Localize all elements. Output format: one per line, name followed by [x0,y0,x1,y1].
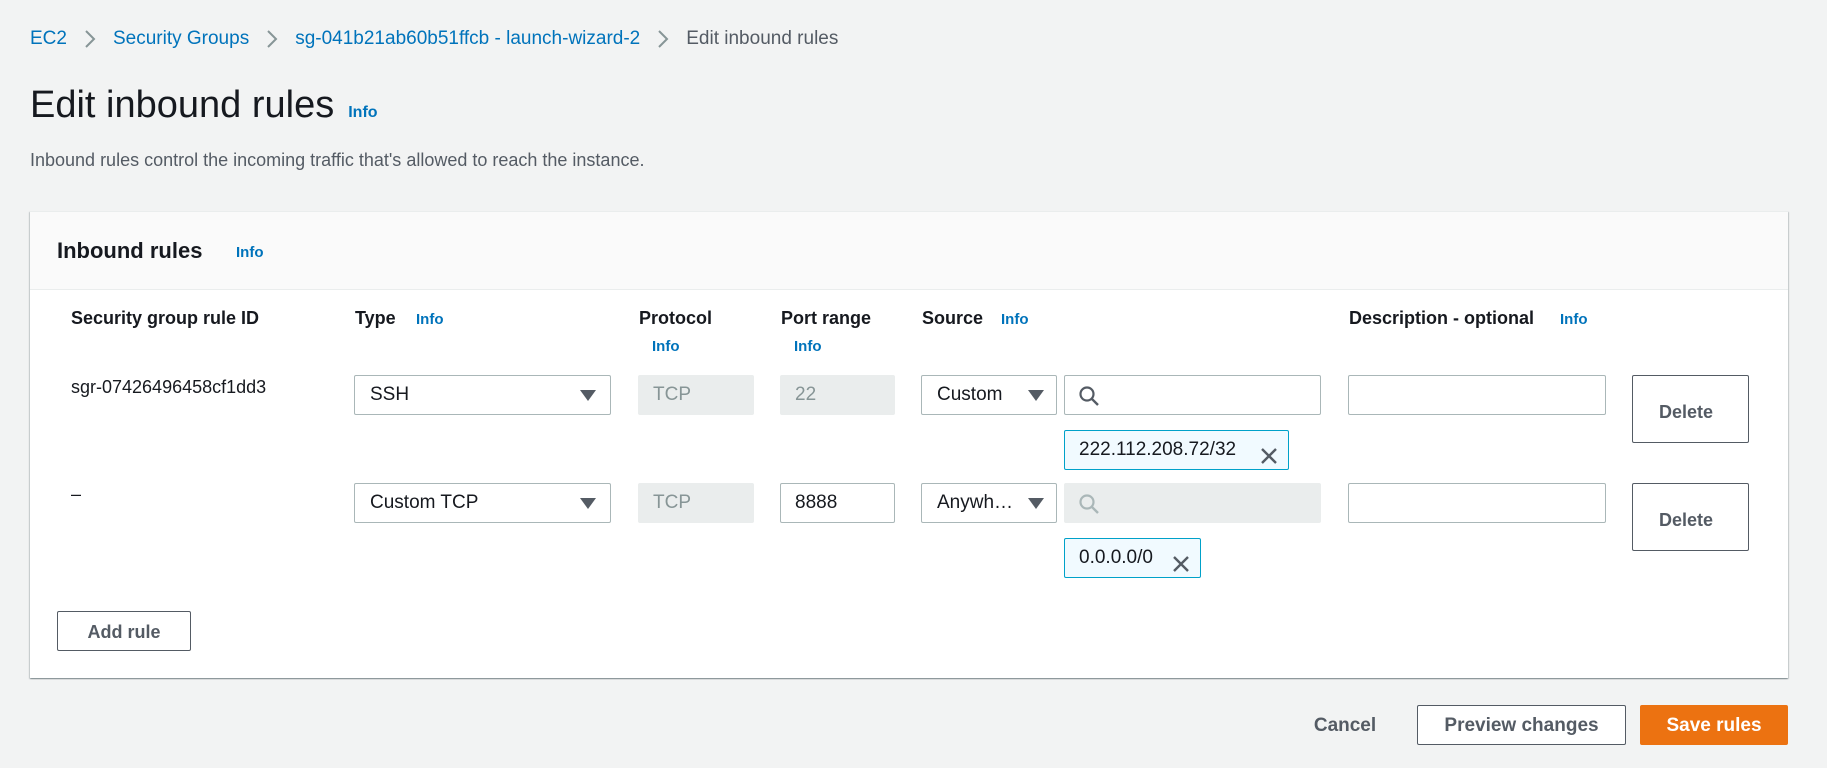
rule-id: – [71,484,82,504]
breadcrumb-ec2[interactable]: EC2 [30,28,67,50]
delete-rule-button[interactable]: Delete [1632,375,1749,443]
type-select-value: SSH [370,384,410,405]
source-search-input [1109,484,1314,524]
source-token-value: 222.112.208.72/32 [1079,439,1237,460]
caret-down-icon [580,498,596,509]
close-icon[interactable] [1172,549,1190,587]
page-info-link[interactable]: Info [348,104,377,122]
protocol-input [638,375,754,415]
delete-rule-button[interactable]: Delete [1632,483,1749,551]
caret-down-icon [580,390,596,401]
source-token-value: 0.0.0.0/0 [1079,547,1153,568]
protocol-input [638,483,754,523]
source-search-box [1064,375,1321,416]
page-header: Edit inbound rules Info [30,84,378,127]
source-search-input[interactable] [1109,376,1314,416]
breadcrumb-security-group[interactable]: sg-041b21ab60b51ffcb - launch-wizard-2 [295,28,640,50]
search-icon [1078,493,1100,520]
rule-id: sgr-07426496458cf1dd3 [71,377,267,397]
close-icon[interactable] [1260,441,1278,479]
description-input[interactable] [1348,375,1606,415]
chevron-right-icon [249,28,295,50]
page-description: Inbound rules control the incoming traff… [30,150,645,170]
col-header-type: Type [355,308,396,328]
page-title: Edit inbound rules [30,84,335,126]
protocol-info-link[interactable]: Info [652,338,680,355]
panel-header: Inbound rules Info [30,212,1788,290]
source-token: 0.0.0.0/0 [1064,538,1201,578]
description-info-link[interactable]: Info [1560,311,1588,328]
source-mode-select[interactable]: Custom [921,375,1057,415]
port-range-input[interactable] [780,483,895,523]
source-info-link[interactable]: Info [1001,311,1029,328]
type-info-link[interactable]: Info [416,311,444,328]
breadcrumb: EC2 Security Groups sg-041b21ab60b51ffcb… [30,28,838,50]
source-mode-value: Custom [937,384,1003,405]
breadcrumb-current: Edit inbound rules [686,28,839,49]
panel-title: Inbound rules [57,238,203,263]
chevron-right-icon [67,28,113,50]
type-select-value: Custom TCP [370,492,479,513]
col-header-description: Description - optional [1349,308,1535,328]
source-search-box [1064,483,1321,524]
preview-changes-button[interactable]: Preview changes [1417,705,1626,745]
col-header-port-range: Port range [781,308,872,328]
caret-down-icon [1028,390,1044,401]
inbound-rules-panel: Inbound rules Info Security group rule I… [30,211,1788,678]
source-mode-select[interactable]: Anywhere-IPv4 [921,483,1057,523]
type-select[interactable]: SSH [354,375,611,415]
type-select[interactable]: Custom TCP [354,483,611,523]
port-range-input [780,375,895,415]
search-icon [1078,385,1100,412]
col-header-source: Source [922,308,984,328]
save-rules-button[interactable]: Save rules [1640,705,1788,745]
chevron-right-icon [640,28,686,50]
port-range-info-link[interactable]: Info [794,338,822,355]
panel-info-link[interactable]: Info [236,244,264,261]
breadcrumb-security-groups[interactable]: Security Groups [113,28,249,50]
cancel-button[interactable]: Cancel [1300,705,1390,745]
col-header-protocol: Protocol [639,308,713,328]
caret-down-icon [1028,498,1044,509]
add-rule-button[interactable]: Add rule [57,611,191,651]
col-header-rule-id: Security group rule ID [71,308,260,328]
source-token: 222.112.208.72/32 [1064,430,1289,470]
description-input[interactable] [1348,483,1606,523]
